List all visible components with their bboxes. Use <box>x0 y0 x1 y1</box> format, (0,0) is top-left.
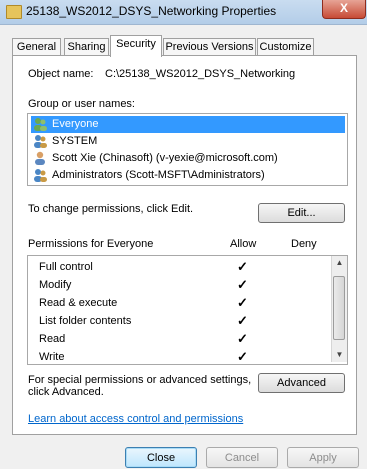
permission-row-read-execute: Read & execute <box>39 294 117 312</box>
scroll-thumb[interactable] <box>333 276 345 340</box>
list-item-administrators[interactable]: Administrators (Scott-MSFT\Administrator… <box>31 167 345 184</box>
advanced-text-line2: click Advanced. <box>28 386 104 398</box>
permission-row-full-control: Full control <box>39 258 93 276</box>
user-name: Administrators (Scott-MSFT\Administrator… <box>52 169 265 181</box>
scroll-down-icon[interactable]: ▼ <box>332 348 347 362</box>
tab-previous-versions[interactable]: Previous Versions <box>163 38 256 55</box>
permission-row-list-folder-contents: List folder contents <box>39 312 131 330</box>
title-bar: 25138_WS2012_DSYS_Networking Properties … <box>0 0 367 25</box>
tab-customize[interactable]: Customize <box>257 38 314 55</box>
deny-header: Deny <box>291 238 317 250</box>
window-title: 25138_WS2012_DSYS_Networking Properties <box>26 4 277 18</box>
permission-name: List folder contents <box>39 315 132 327</box>
object-name-value: C:\25138_WS2012_DSYS_Networking <box>105 68 296 80</box>
tab-general[interactable]: General <box>12 38 61 55</box>
permission-row-write: Write <box>39 348 65 364</box>
tab-security[interactable]: Security <box>110 35 162 57</box>
advanced-button[interactable]: Advanced <box>258 373 345 393</box>
permission-name: Read & execute <box>39 297 118 309</box>
close-button[interactable]: Close <box>125 447 197 468</box>
tab-sharing[interactable]: Sharing <box>64 38 109 55</box>
object-name-label: Object name: <box>28 68 94 80</box>
permission-name: Read <box>39 333 66 345</box>
list-item-system[interactable]: SYSTEM <box>31 133 345 150</box>
permission-row-read: Read <box>39 330 65 348</box>
permissions-list[interactable]: Full control ✓ Modify ✓ Read & execute ✓… <box>27 255 348 365</box>
allow-header: Allow <box>230 238 257 250</box>
user-icon <box>35 151 45 165</box>
allow-check-icon: ✓ <box>237 295 248 310</box>
change-permissions-text: To change permissions, click Edit. <box>28 203 194 215</box>
folder-icon <box>6 5 22 19</box>
group-user-list[interactable]: Everyone SYSTEM Scott Xie (Chinasoft) (v… <box>27 113 348 186</box>
allow-check-icon: ✓ <box>237 331 248 346</box>
list-item-scott-xie[interactable]: Scott Xie (Chinasoft) (v-yexie@microsoft… <box>31 150 345 167</box>
allow-check-icon: ✓ <box>237 349 248 364</box>
allow-check-icon: ✓ <box>237 277 248 292</box>
advanced-text-line1: For special permissions or advanced sett… <box>28 374 252 386</box>
permission-name: Write <box>39 351 65 363</box>
help-link[interactable]: Learn about access control and permissio… <box>28 413 243 425</box>
list-item-everyone[interactable]: Everyone <box>31 116 345 133</box>
allow-check-icon: ✓ <box>237 313 248 328</box>
group-names-label: Group or user names: <box>28 98 135 110</box>
close-window-button[interactable]: X <box>322 0 366 19</box>
permissions-scrollbar[interactable]: ▲ ▼ <box>331 256 347 362</box>
permission-name: Modify <box>39 279 72 291</box>
users-group-icon <box>34 169 47 182</box>
edit-button[interactable]: Edit... <box>258 203 345 223</box>
user-name: Scott Xie (Chinasoft) (v-yexie@microsoft… <box>52 152 278 164</box>
permission-row-modify: Modify <box>39 276 71 294</box>
users-group-icon <box>34 118 47 131</box>
cancel-button[interactable]: Cancel <box>206 447 278 468</box>
user-name: SYSTEM <box>52 135 98 147</box>
users-group-icon <box>34 135 47 148</box>
user-name: Everyone <box>52 118 99 130</box>
allow-check-icon: ✓ <box>237 259 248 274</box>
apply-button[interactable]: Apply <box>287 447 359 468</box>
permissions-header: Permissions for Everyone <box>28 238 154 250</box>
permission-name: Full control <box>39 261 93 273</box>
scroll-up-icon[interactable]: ▲ <box>332 256 347 270</box>
